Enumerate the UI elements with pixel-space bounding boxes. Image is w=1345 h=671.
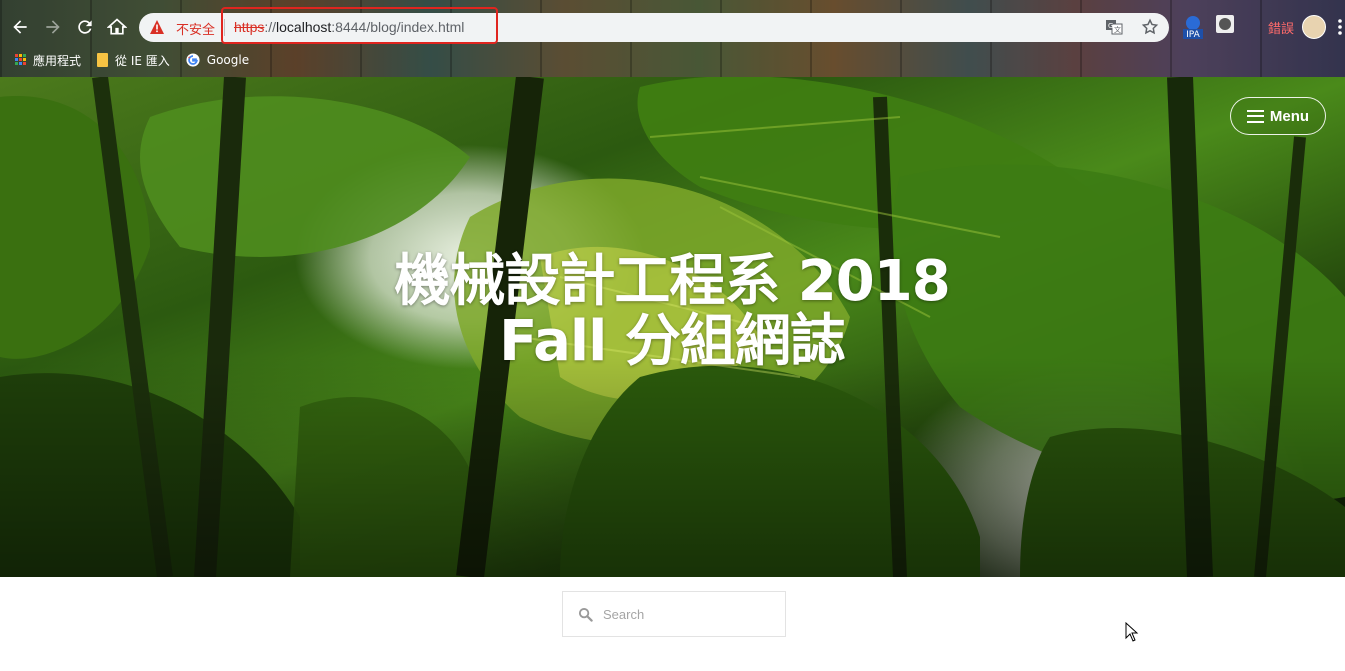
bookmarks-bar: 應用程式 從 IE 匯入 Google bbox=[0, 50, 265, 70]
url-separator: :// bbox=[264, 19, 277, 35]
address-bar[interactable]: 不安全 https://localhost:8444/blog/index.ht… bbox=[139, 7, 1169, 44]
search-box[interactable] bbox=[562, 591, 786, 637]
bookmark-apps[interactable]: 應用程式 bbox=[0, 52, 81, 69]
error-chip[interactable]: 錯誤 bbox=[1262, 14, 1327, 40]
url-scheme: https bbox=[234, 19, 265, 35]
url-text[interactable]: https://localhost:8444/blog/index.html bbox=[234, 19, 464, 35]
hamburger-icon bbox=[1246, 109, 1264, 123]
mouse-cursor-icon bbox=[1125, 622, 1139, 642]
security-label[interactable]: 不安全 bbox=[176, 19, 215, 38]
apps-grid-icon bbox=[15, 54, 27, 66]
site-title: 機械設計工程系 2018 Fall 分組網誌 bbox=[322, 252, 1022, 372]
back-icon[interactable] bbox=[7, 14, 33, 40]
error-label: 錯誤 bbox=[1268, 21, 1295, 37]
home-icon[interactable] bbox=[104, 14, 130, 40]
menu-button[interactable]: Menu bbox=[1230, 97, 1326, 135]
browser-chrome: 不安全 https://localhost:8444/blog/index.ht… bbox=[0, 0, 1345, 77]
extension-icon[interactable] bbox=[1216, 15, 1234, 38]
svg-text:文: 文 bbox=[1114, 25, 1121, 34]
ipa-extension-label: IPA bbox=[1186, 30, 1201, 39]
search-input[interactable] bbox=[603, 602, 773, 626]
more-options-icon[interactable] bbox=[1338, 19, 1342, 35]
menu-label: Menu bbox=[1269, 107, 1310, 125]
forward-icon[interactable] bbox=[40, 14, 66, 40]
translate-icon[interactable]: G文 bbox=[1105, 18, 1123, 36]
site-title-line-1: 機械設計工程系 2018 bbox=[394, 249, 950, 314]
url-path: :8444/blog/index.html bbox=[331, 19, 465, 35]
bookmark-label: 從 IE 匯入 bbox=[115, 53, 170, 68]
svg-text:G: G bbox=[1108, 22, 1113, 30]
folder-icon bbox=[97, 53, 109, 67]
avatar[interactable] bbox=[1302, 15, 1327, 39]
bookmark-label: 應用程式 bbox=[33, 53, 82, 68]
warning-icon bbox=[150, 20, 164, 34]
bookmark-star-icon[interactable] bbox=[1141, 18, 1159, 36]
url-host: localhost bbox=[276, 19, 332, 35]
site-title-line-2: Fall 分組網誌 bbox=[499, 309, 846, 374]
bookmark-label: Google bbox=[206, 53, 250, 67]
search-icon bbox=[578, 607, 593, 622]
google-icon bbox=[186, 53, 200, 67]
bookmark-google[interactable]: Google bbox=[186, 53, 249, 67]
bookmark-ie-import[interactable]: 從 IE 匯入 bbox=[97, 52, 170, 69]
reload-icon[interactable] bbox=[72, 14, 98, 40]
ipa-extension-icon[interactable]: IPA bbox=[1182, 15, 1204, 44]
